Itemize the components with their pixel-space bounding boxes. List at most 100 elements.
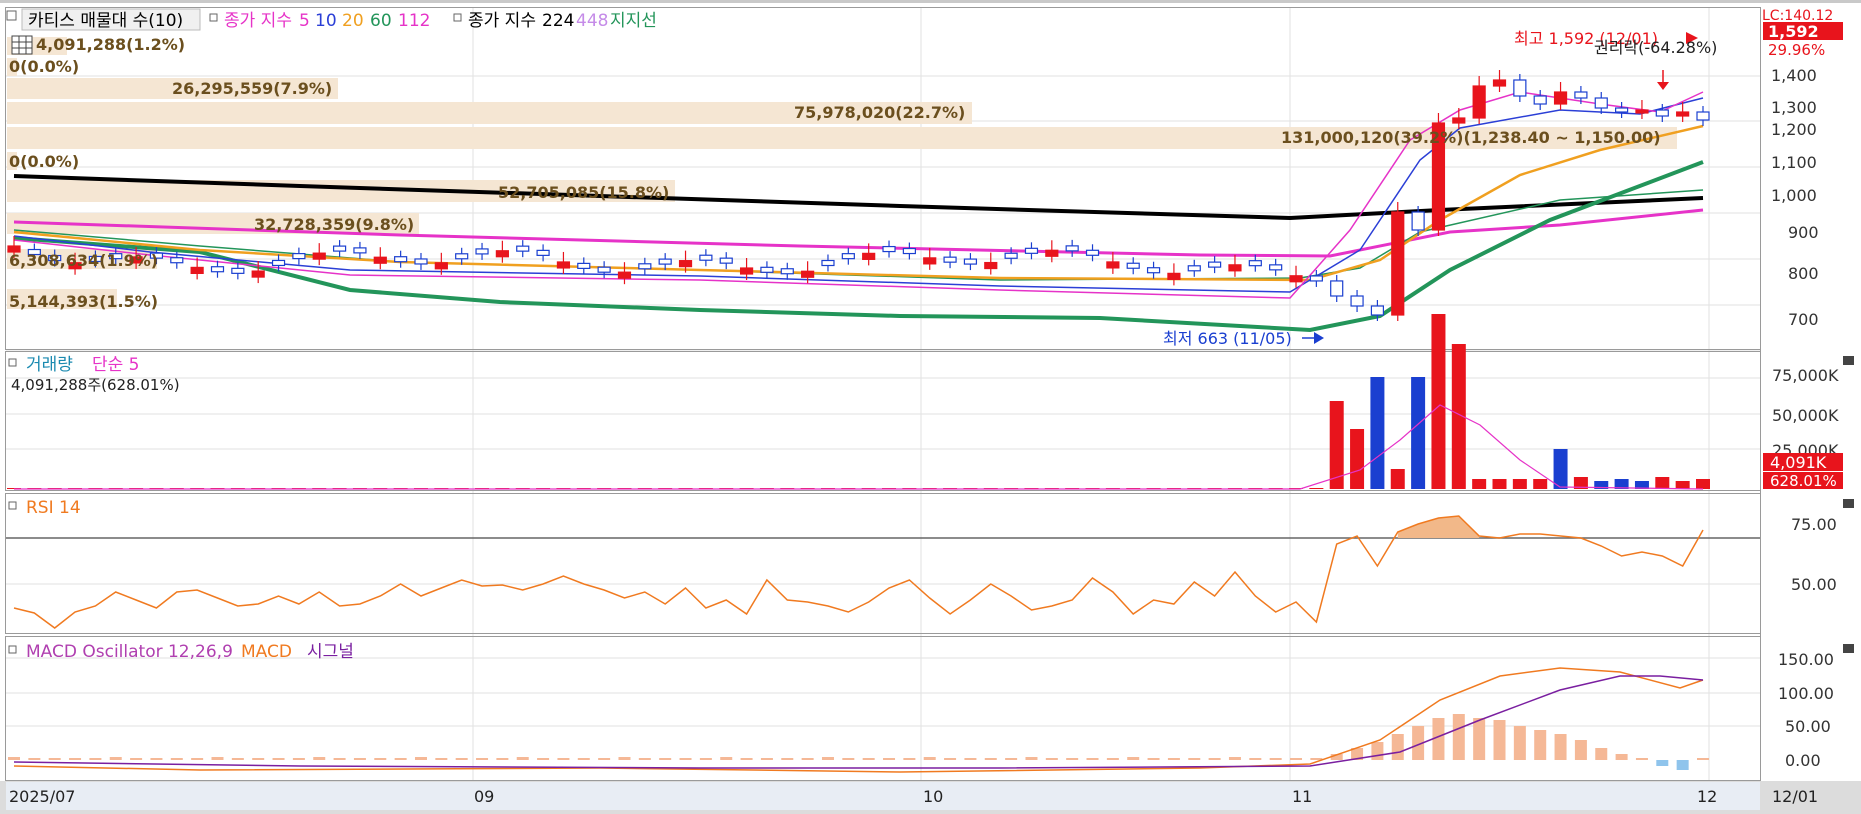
macd-osc-bar [353, 758, 366, 760]
candle-body [1411, 211, 1425, 231]
macd-osc-bar [48, 758, 61, 760]
volume-tick: 50,000K [1772, 406, 1839, 425]
macd-osc-bar [883, 758, 896, 760]
macd-osc-bar [414, 757, 427, 760]
macd-osc-bar [923, 757, 936, 760]
candle-body [1513, 79, 1527, 97]
candle-body [882, 245, 896, 253]
candle-body [1615, 107, 1629, 113]
volume-bar [1390, 469, 1405, 489]
candle-body [332, 245, 347, 252]
candle-body [801, 270, 815, 278]
price-tick: 1,000 [1771, 186, 1817, 205]
signal-label: 시그널 [307, 642, 354, 662]
candle-body [1472, 85, 1486, 119]
macd-osc-bar [1025, 757, 1038, 760]
volume-bar [1675, 481, 1690, 489]
macd-osc-bar [699, 758, 712, 760]
candle-body [455, 253, 469, 260]
date-label: 11 [1292, 787, 1312, 806]
macd-osc-bar [862, 758, 875, 760]
price-tick: 1,300 [1771, 98, 1817, 117]
macd-osc-bar [1086, 758, 1099, 760]
close-panel-icon[interactable] [1843, 499, 1854, 508]
candle-body [1676, 111, 1690, 117]
volume-title: 거래량 [26, 355, 73, 375]
candle-body [434, 262, 448, 270]
profile-label: 0(0.0%) [9, 152, 79, 171]
candle-body [353, 247, 367, 254]
volume-bar [1472, 479, 1487, 489]
ma-period-1: 5 [299, 11, 310, 31]
macd-osc-bar [170, 758, 183, 760]
candle-body [577, 262, 591, 269]
candle-body [1045, 249, 1059, 257]
macd-osc-bar [496, 758, 509, 760]
volume-tag-pct: 628.01% [1770, 472, 1837, 490]
candle-body [1228, 264, 1242, 272]
close-panel-icon[interactable] [1843, 356, 1854, 365]
candle-body [1085, 249, 1100, 256]
macd-osc-bar [313, 757, 326, 760]
candle-body [1574, 91, 1588, 99]
candle-body [1553, 91, 1568, 105]
candle-body [1594, 97, 1608, 109]
candle-body [556, 261, 571, 269]
volume-bar [1696, 479, 1710, 489]
macd-osc-bar [89, 758, 102, 760]
macd-osc-bar [1513, 726, 1526, 760]
change-pct: 29.96% [1768, 41, 1825, 59]
profile-label: 0(0.0%) [9, 57, 79, 76]
macd-osc-bar [272, 758, 285, 760]
macd-osc-bar [1208, 758, 1221, 760]
macd-osc-bar [150, 758, 163, 760]
profile-label: 131,000,120(39.2%)(1,238.40 ~ 1,150.00) [1281, 128, 1661, 147]
price-tick: 700 [1788, 310, 1819, 329]
candle-body [231, 267, 245, 274]
macd-osc-bar [1188, 758, 1201, 760]
price-tick: 800 [1788, 264, 1819, 283]
macd-osc-bar [1045, 758, 1058, 760]
profile-label: 75,978,020(22.7%) [794, 103, 965, 122]
macd-title: MACD Oscillator 12,26,9 [26, 642, 233, 662]
volume-tag-value: 4,091K [1770, 453, 1827, 472]
volume-bar [1533, 479, 1548, 489]
macd-osc-bar [598, 758, 611, 760]
close-panel-icon[interactable] [1843, 644, 1854, 653]
macd-osc-bar [903, 758, 916, 760]
ma-period-5: 112 [398, 11, 430, 31]
table-icon[interactable] [11, 35, 33, 55]
macd-osc-bar [964, 758, 977, 760]
macd-osc-bar [455, 758, 468, 760]
candle-body [373, 256, 387, 264]
volume-bar [1350, 429, 1365, 489]
macd-osc-bar [1574, 740, 1587, 760]
macd-osc-bar [537, 758, 550, 760]
candle-body [1146, 267, 1161, 274]
ma2-label: 종가 지수 [468, 11, 536, 31]
ma2-period-2: 448 [576, 11, 608, 31]
candle-body [170, 257, 184, 264]
macd-tick: 150.00 [1778, 650, 1834, 669]
macd-osc-bar [435, 758, 448, 760]
macd-osc-bar [1249, 758, 1262, 760]
date-label: 10 [923, 787, 943, 806]
macd-osc-bar [801, 758, 814, 760]
volume-bar [1655, 477, 1670, 489]
profile-label: 52,705,085(15.8%) [498, 183, 669, 202]
candle-body [984, 261, 998, 270]
macd-tick: 0.00 [1785, 751, 1821, 770]
macd-osc-bar [1595, 748, 1608, 760]
candle-body [1106, 261, 1120, 269]
macd-osc-bar [1635, 758, 1648, 760]
macd-osc-bar [679, 758, 692, 760]
macd-osc-bar [1290, 758, 1303, 760]
volume-ma-title: 단순 5 [92, 355, 140, 375]
candle-body [1187, 265, 1201, 272]
candle-body [1024, 247, 1039, 254]
macd-osc-bar [720, 757, 733, 760]
macd-osc-bar [1228, 757, 1241, 760]
stock-chart[interactable]: 카티스 매물대 수(10) 종가 지수 5 10 20 60 112 종가 지수… [0, 0, 1861, 814]
profile-label: 4,091,288(1.2%) [36, 35, 185, 54]
candle-body [963, 258, 978, 265]
